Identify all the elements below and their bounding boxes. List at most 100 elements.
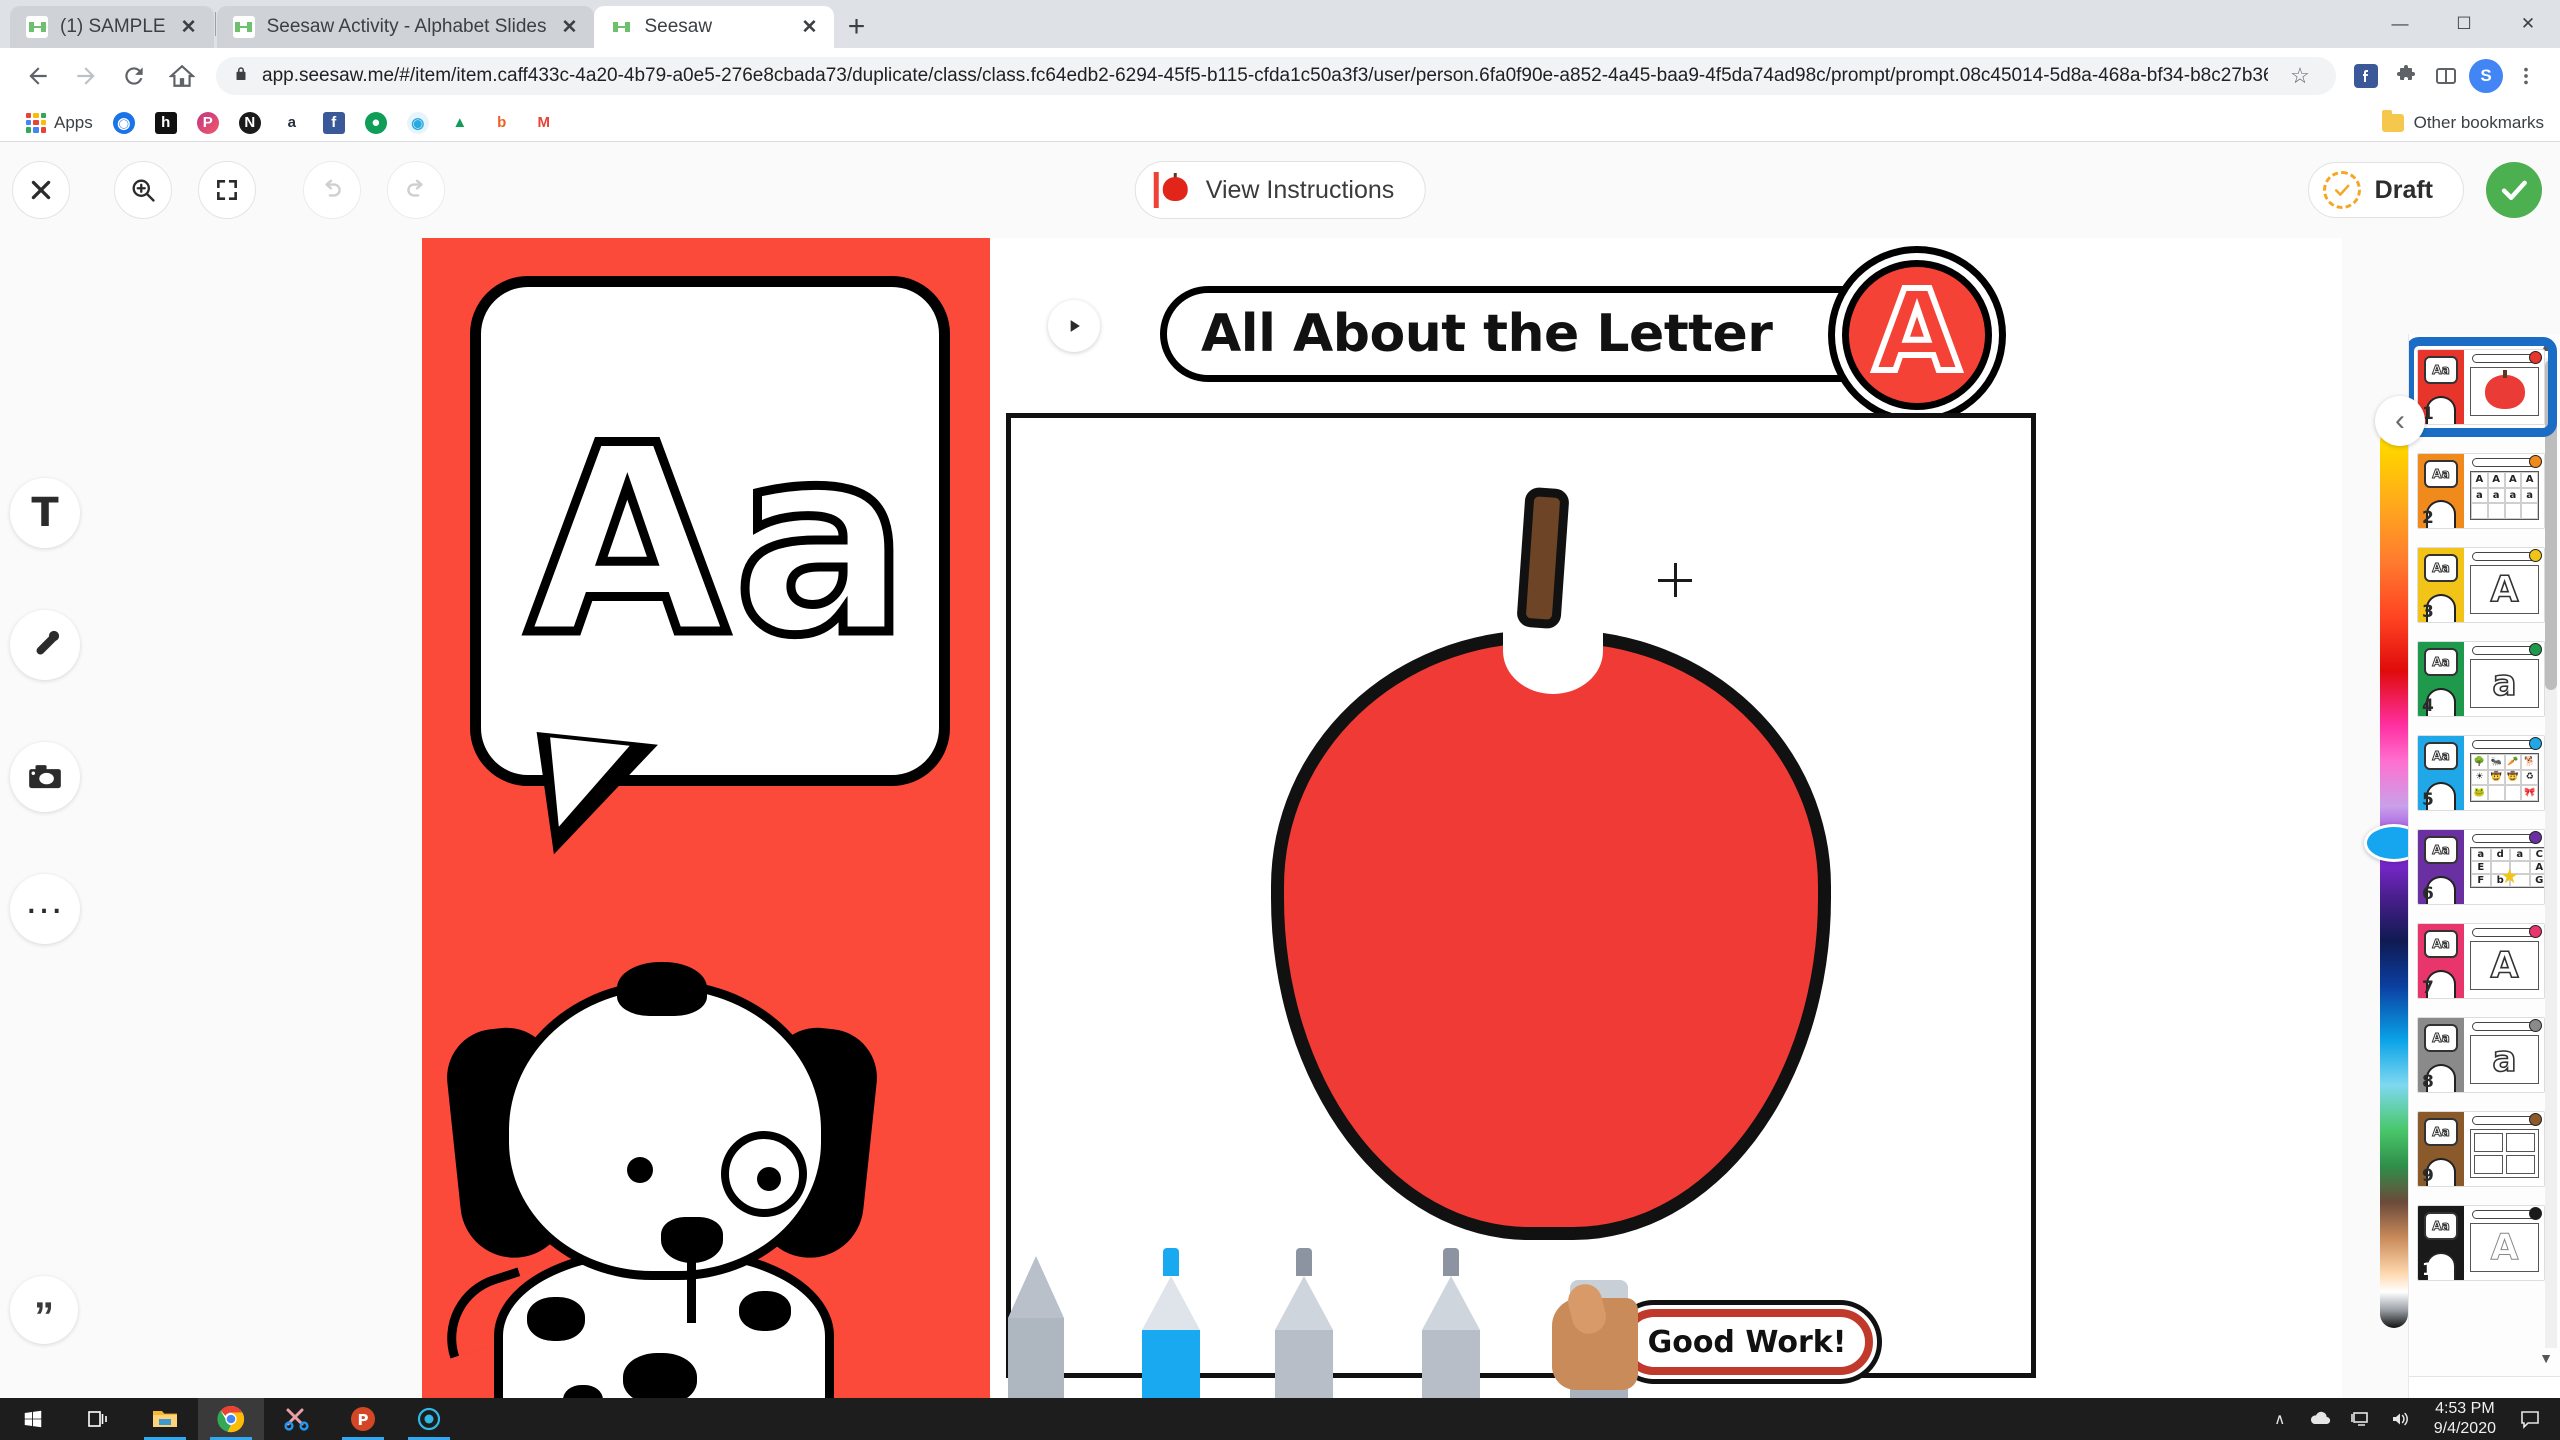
epic-bookmark-icon: ◉ [406,111,429,134]
cortana-button[interactable] [396,1398,462,1440]
forward-button[interactable] [62,52,110,100]
tab-close-icon[interactable]: ✕ [798,16,820,38]
windows-logo-icon [24,1410,42,1428]
draft-label: Draft [2374,175,2433,204]
other-bookmarks-group[interactable]: Other bookmarks [2381,109,2544,133]
text-tool-button[interactable]: T [10,478,80,548]
pencil-tip-icon [1008,1256,1064,1318]
bookmark-hapara[interactable]: h [145,108,187,138]
previous-page-button[interactable]: ‹ [2375,396,2425,446]
undo-button[interactable] [303,161,361,219]
page-thumbnail-6[interactable]: Aa 6 adaC EA FbG ★ [2417,829,2545,905]
dog-eye-right [757,1167,781,1191]
volume-icon[interactable] [2380,1398,2420,1440]
thumb-letter-medal [2529,455,2542,468]
color-slider-track[interactable] [2380,428,2408,1328]
powerpoint-button[interactable]: P [330,1398,396,1440]
task-view-button[interactable] [66,1398,132,1440]
maximize-button[interactable]: ☐ [2432,0,2496,48]
page-thumbnail-4[interactable]: Aa 4 a [2417,641,2545,717]
view-instructions-button[interactable]: View Instructions [1134,161,1426,219]
page-thumbnail-9[interactable]: Aa 9 [2417,1111,2545,1187]
bookmark-clever[interactable]: ◉ [103,108,145,138]
mic-tool-button[interactable] [10,610,80,680]
new-tab-button[interactable]: + [834,6,878,48]
profile-avatar[interactable]: S [2466,56,2506,96]
draft-status-button[interactable]: Draft [2307,162,2464,218]
bitly-bookmark-icon: b [490,111,513,134]
apps-shortcut[interactable]: Apps [16,108,103,138]
browser-tab-1[interactable]: (1) SAMPLE ✕ [10,6,214,48]
bookmark-gmail[interactable]: M [523,108,565,138]
fullscreen-button[interactable] [198,161,256,219]
bookmark-facebook[interactable]: f [313,108,355,138]
thumb-right-panel: a [2464,642,2544,716]
tab-close-icon[interactable]: ✕ [558,16,580,38]
tab-separator [214,12,216,36]
bookmark-quizizz[interactable]: ● [355,108,397,138]
close-activity-button[interactable] [12,161,70,219]
camera-tool-button[interactable] [10,742,80,812]
file-explorer-button[interactable] [132,1398,198,1440]
reload-button[interactable] [110,52,158,100]
page-thumbnail-3[interactable]: Aa 3 A [2417,547,2545,623]
tray-chevron-icon[interactable]: ∧ [2260,1398,2300,1440]
bookmark-nearpod[interactable]: N [229,108,271,138]
more-tools-button[interactable]: … [10,874,80,944]
blue-marker-tool[interactable] [1142,1248,1200,1398]
close-window-button[interactable]: ✕ [2496,0,2560,48]
page-thumbnail-2[interactable]: Aa 2 AAAA aaaa [2417,453,2545,529]
redo-button[interactable] [387,161,445,219]
minimize-button[interactable]: — [2368,0,2432,48]
highlighter-tool[interactable] [1422,1248,1480,1398]
tab-close-icon[interactable]: ✕ [178,16,200,38]
worksheet-frame[interactable] [1006,413,2036,1378]
submit-done-button[interactable] [2486,162,2542,218]
extensions-puzzle-icon[interactable] [2386,56,2426,96]
good-work-sticker[interactable]: Good Work! [1552,1298,1882,1390]
chrome-menu-icon[interactable] [2506,56,2546,96]
caption-tool-button[interactable]: ” [10,1276,78,1344]
snip-sketch-button[interactable] [264,1398,330,1440]
svg-text:P: P [358,1411,369,1429]
slide-canvas[interactable]: Aa All About the Letter A Good Work! [422,238,2342,1398]
sticker-inner-border: Good Work! [1621,1309,1873,1375]
start-button[interactable] [0,1398,66,1440]
back-button[interactable] [14,52,62,100]
dog-eye-patch [721,1131,807,1217]
browser-tab-2[interactable]: Seesaw Activity - Alphabet Slides ✕ [216,6,595,48]
file-explorer-icon [153,1411,177,1427]
bookmark-bitly[interactable]: b [481,108,523,138]
page-thumbnail-8[interactable]: Aa 8 a [2417,1017,2545,1093]
page-thumbnail-5[interactable]: Aa 5 🌳 🐜 🥕 🐕 ☀ 🤠 🤠 ♻ 🐸 🎀 [2417,735,2545,811]
home-button[interactable] [158,52,206,100]
taskbar-clock[interactable]: 4:53 PM 9/4/2020 [2420,1399,2510,1439]
bookmark-epic[interactable]: ◉ [397,108,439,138]
chrome-button[interactable] [198,1398,264,1440]
bookmark-peardeck[interactable]: P [187,108,229,138]
address-bar[interactable]: app.seesaw.me/#/item/item.caff433c-4a20-… [216,57,2336,95]
dog-nose [661,1217,723,1263]
page-thumbnail-10[interactable]: Aa 10 A [2417,1205,2545,1281]
zoom-in-button[interactable] [114,161,172,219]
reading-list-icon[interactable] [2426,56,2466,96]
bookmark-amazon[interactable]: a [271,108,313,138]
thumb-letter-bubble: Aa [2424,554,2458,582]
pencil-tool[interactable] [1008,1256,1064,1398]
browser-tab-3[interactable]: Seesaw ✕ [594,6,835,48]
thumb-letter-medal [2529,925,2542,938]
onedrive-icon[interactable] [2300,1398,2340,1440]
facebook-extension-icon[interactable] [2346,56,2386,96]
more-tools-label: … [24,878,66,922]
action-center-icon[interactable] [2510,1398,2550,1440]
page-thumbnail-1[interactable]: Aa 1 [2409,337,2557,437]
page-thumbnail-7[interactable]: Aa 7 A [2417,923,2545,999]
thumb-right-panel: A [2464,924,2544,998]
thumb-left-panel: Aa 2 [2418,454,2464,528]
bookmark-google-drive[interactable]: ▲ [439,108,481,138]
other-bookmarks-label: Other bookmarks [2413,112,2544,132]
grey-marker-tool[interactable] [1275,1248,1333,1398]
network-icon[interactable] [2340,1398,2380,1440]
play-audio-button[interactable] [1048,300,1100,352]
bookmark-star-icon[interactable]: ☆ [2280,56,2320,96]
